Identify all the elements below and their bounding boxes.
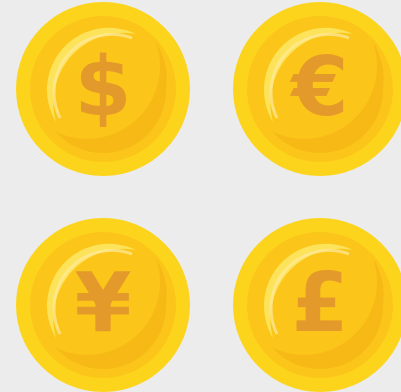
- pound-coin-graphic: £: [233, 218, 401, 392]
- coin-symbol: $: [74, 40, 131, 135]
- pound-coin-icon: £: [233, 218, 401, 392]
- euro-coin-graphic: €: [233, 2, 401, 176]
- euro-coin-icon: €: [233, 2, 401, 176]
- coin-symbol: €: [289, 40, 348, 135]
- coin-symbol: £: [291, 256, 348, 351]
- yen-coin-icon: ¥: [16, 218, 190, 392]
- dollar-coin-icon: $: [16, 2, 190, 176]
- dollar-coin-graphic: $: [16, 2, 190, 176]
- yen-coin-graphic: ¥: [16, 218, 190, 392]
- coin-symbol: ¥: [74, 256, 131, 351]
